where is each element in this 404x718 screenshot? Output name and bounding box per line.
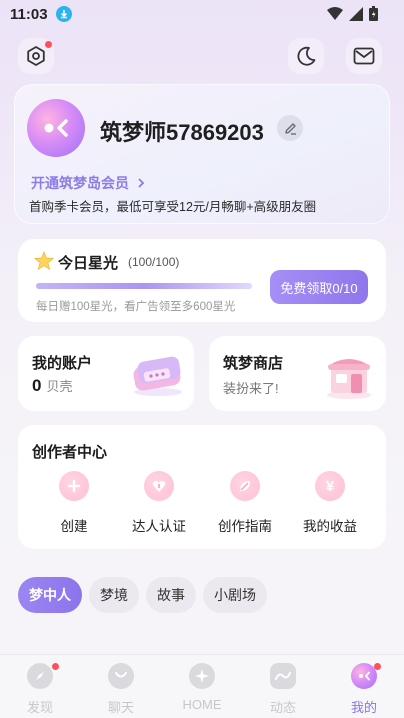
settings-button[interactable] [18, 38, 54, 74]
balance-unit: 贝壳 [46, 379, 73, 394]
creator-earnings[interactable]: ¥ 我的收益 [290, 471, 370, 535]
nav-home-label: HOME [182, 697, 222, 712]
content-tabs: 梦中人 梦境 故事 小剧场 [18, 577, 267, 613]
creator-verify-label: 达人认证 [132, 519, 186, 534]
nav-feed[interactable]: 动态 [253, 663, 313, 716]
shop-subtitle: 装扮来了! [223, 381, 279, 396]
pencil-icon [284, 122, 296, 135]
creator-guide-label: 创作指南 [218, 519, 272, 534]
daily-stars-card: 今日星光 (100/100) 每日赠100星光，看广告领至多600星光 免费领取… [18, 239, 386, 322]
stars-progress-fill [36, 283, 252, 289]
nav-home[interactable]: HOME [172, 663, 232, 712]
stars-count: (100/100) [128, 255, 180, 269]
shop-icon [327, 359, 371, 399]
nav-profile[interactable]: 我的 [334, 663, 394, 716]
profile-card: 筑梦师57869203 开通筑梦岛会员 首购季卡会员，最低可享受12元/月畅聊+… [14, 84, 390, 224]
vip-description: 首购季卡会员，最低可享受12元/月畅聊+高级朋友圈 [29, 200, 317, 214]
username: 筑梦师57869203 [100, 120, 264, 145]
discover-dot [52, 663, 59, 670]
creator-verify[interactable]: 达人认证 [119, 471, 199, 535]
balance-value: 0 [32, 376, 42, 395]
download-icon [55, 6, 72, 22]
nav-profile-label: 我的 [350, 700, 377, 715]
creator-guide[interactable]: 创作指南 [205, 471, 285, 535]
status-time: 11:03 [10, 5, 48, 23]
stars-progress [36, 283, 252, 289]
tab-dreamscape[interactable]: 梦境 [89, 577, 139, 613]
tab-mini-theater[interactable]: 小剧场 [203, 577, 267, 613]
chat-icon [108, 663, 134, 689]
signal-icon [349, 6, 363, 21]
nav-feed-label: 动态 [269, 700, 296, 715]
profile-dot [374, 663, 381, 670]
creator-earnings-label: 我的收益 [303, 519, 357, 534]
stars-tip: 每日赠100星光，看广告领至多600星光 [36, 301, 236, 313]
status-icons [327, 6, 378, 21]
shop-title: 筑梦商店 [223, 355, 284, 372]
wallet-icon [133, 356, 182, 396]
nav-discover-label: 发现 [26, 700, 53, 715]
avatar[interactable] [27, 99, 85, 157]
account-card[interactable]: 我的账户 0 贝壳 [18, 336, 194, 411]
mail-icon [353, 47, 375, 65]
notification-dot [45, 41, 52, 48]
nav-chat-label: 聊天 [107, 700, 134, 715]
creator-center-card: 创作者中心 创建 达人认证 创作指南 ¥ 我的收益 [18, 425, 386, 549]
account-title: 我的账户 [32, 355, 93, 372]
edit-name-button[interactable] [277, 115, 303, 141]
status-bar: 11:03 [0, 0, 404, 28]
home-star-icon [189, 663, 215, 689]
leaf-icon [230, 471, 260, 501]
night-mode-button[interactable] [288, 38, 324, 74]
star-icon [34, 251, 54, 271]
yen-icon: ¥ [315, 471, 345, 501]
feed-icon [270, 663, 296, 689]
stars-title: 今日星光 [58, 255, 119, 272]
wifi-icon [327, 6, 343, 20]
vip-link[interactable]: 开通筑梦岛会员 [31, 173, 145, 193]
nav-discover[interactable]: 发现 [10, 663, 70, 716]
plus-icon [59, 471, 89, 501]
gear-icon [27, 46, 45, 66]
nav-chat[interactable]: 聊天 [91, 663, 151, 716]
creator-create[interactable]: 创建 [34, 471, 114, 535]
chevron-right-icon [138, 178, 145, 188]
creator-create-label: 创建 [60, 519, 88, 534]
heart-badge-icon [144, 471, 174, 501]
compass-icon [27, 663, 53, 689]
vip-link-label: 开通筑梦岛会员 [31, 175, 129, 191]
moon-icon [297, 46, 316, 66]
creator-title: 创作者中心 [32, 444, 108, 461]
account-balance: 0 贝壳 [32, 376, 72, 396]
claim-stars-button[interactable]: 免费领取0/10 [270, 270, 368, 304]
shop-card[interactable]: 筑梦商店 装扮来了! [209, 336, 386, 411]
messages-button[interactable] [346, 38, 382, 74]
tab-dream-people[interactable]: 梦中人 [18, 577, 82, 613]
tab-story[interactable]: 故事 [146, 577, 196, 613]
bottom-nav: 发现 聊天 HOME 动态 我的 [0, 654, 404, 718]
battery-icon [369, 6, 378, 21]
